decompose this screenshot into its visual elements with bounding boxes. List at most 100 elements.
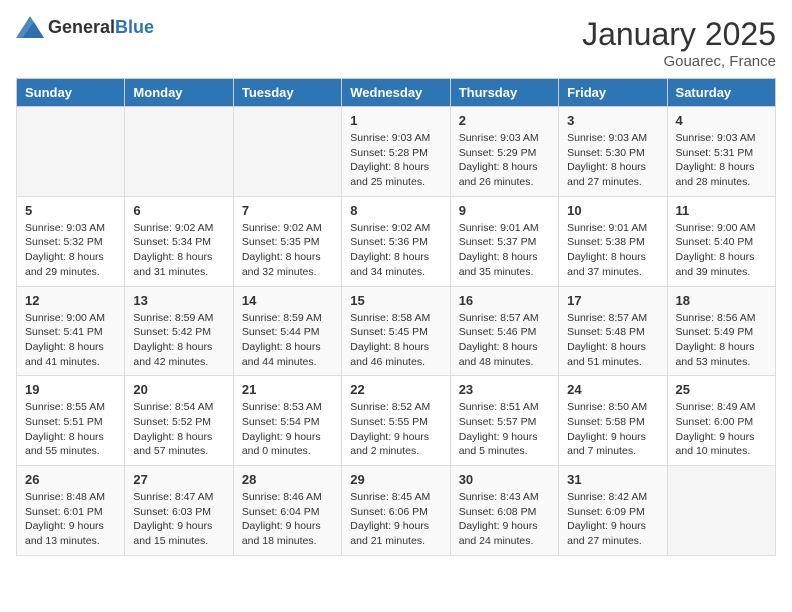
day-info: Sunrise: 8:54 AMSunset: 5:52 PMDaylight:… (133, 400, 224, 459)
calendar-cell: 2Sunrise: 9:03 AMSunset: 5:29 PMDaylight… (450, 107, 558, 197)
logo-icon (16, 16, 44, 38)
day-info: Sunrise: 8:57 AMSunset: 5:46 PMDaylight:… (459, 311, 550, 370)
week-row-3: 12 Sunrise: 9:00 AMSunset: 5:41 PMDayligh… (17, 286, 776, 376)
day-info: Sunrise: 8:56 AMSunset: 5:49 PMDaylight:… (676, 311, 767, 370)
day-number: 15 (350, 293, 441, 308)
calendar-cell: 18Sunrise: 8:56 AMSunset: 5:49 PMDayligh… (667, 286, 775, 376)
header-day-thursday: Thursday (450, 79, 558, 107)
calendar-cell: 7 Sunrise: 9:02 AMSunset: 5:35 PMDaylight… (233, 196, 341, 286)
day-info: Sunrise: 8:47 AMSunset: 6:03 PMDaylight:… (133, 490, 224, 549)
day-number: 3 (567, 113, 658, 128)
day-info: Sunrise: 9:00 AMSunset: 5:40 PMDaylight:… (676, 221, 767, 280)
day-info: Sunrise: 9:00 AMSunset: 5:41 PMDaylight:… (25, 311, 116, 370)
day-number: 21 (242, 382, 333, 397)
day-info: Sunrise: 8:48 AMSunset: 6:01 PMDaylight:… (25, 490, 116, 549)
calendar-cell: 28 Sunrise: 8:46 AMSunset: 6:04 PMDayligh… (233, 466, 341, 556)
calendar-cell: 11 Sunrise: 9:00 AMSunset: 5:40 PMDayligh… (667, 196, 775, 286)
day-info: Sunrise: 9:02 AMSunset: 5:34 PMDaylight:… (133, 221, 224, 280)
day-number: 12 (25, 293, 116, 308)
day-info: Sunrise: 8:46 AMSunset: 6:04 PMDaylight:… (242, 490, 333, 549)
calendar-cell: 9 Sunrise: 9:01 AMSunset: 5:37 PMDaylight… (450, 196, 558, 286)
day-info: Sunrise: 9:02 AMSunset: 5:35 PMDaylight:… (242, 221, 333, 280)
day-number: 22 (350, 382, 441, 397)
day-info: Sunrise: 8:51 AMSunset: 5:57 PMDaylight:… (459, 400, 550, 459)
calendar-cell: 3 Sunrise: 9:03 AMSunset: 5:30 PMDaylight… (559, 107, 667, 197)
calendar-cell: 21 Sunrise: 8:53 AMSunset: 5:54 PMDayligh… (233, 376, 341, 466)
logo-blue: Blue (115, 17, 154, 37)
day-info: Sunrise: 8:43 AMSunset: 6:08 PMDaylight:… (459, 490, 550, 549)
day-info: Sunrise: 8:45 AMSunset: 6:06 PMDaylight:… (350, 490, 441, 549)
calendar-cell: 13 Sunrise: 8:59 AMSunset: 5:42 PMDayligh… (125, 286, 233, 376)
week-row-1: 1 Sunrise: 9:03 AMSunset: 5:28 PMDaylight… (17, 107, 776, 197)
day-info: Sunrise: 9:01 AMSunset: 5:37 PMDaylight:… (459, 221, 550, 280)
header-day-friday: Friday (559, 79, 667, 107)
calendar-cell: 5 Sunrise: 9:03 AMSunset: 5:32 PMDaylight… (17, 196, 125, 286)
week-row-4: 19Sunrise: 8:55 AMSunset: 5:51 PMDayligh… (17, 376, 776, 466)
day-info: Sunrise: 9:03 AMSunset: 5:29 PMDaylight:… (459, 131, 550, 190)
day-info: Sunrise: 8:52 AMSunset: 5:55 PMDaylight:… (350, 400, 441, 459)
day-number: 17 (567, 293, 658, 308)
day-number: 20 (133, 382, 224, 397)
day-number: 31 (567, 472, 658, 487)
day-number: 8 (350, 203, 441, 218)
day-number: 11 (676, 203, 767, 218)
day-number: 14 (242, 293, 333, 308)
day-number: 24 (567, 382, 658, 397)
calendar-cell: 31Sunrise: 8:42 AMSunset: 6:09 PMDayligh… (559, 466, 667, 556)
day-number: 1 (350, 113, 441, 128)
calendar-cell: 16Sunrise: 8:57 AMSunset: 5:46 PMDayligh… (450, 286, 558, 376)
header-day-wednesday: Wednesday (342, 79, 450, 107)
day-number: 5 (25, 203, 116, 218)
calendar-table: SundayMondayTuesdayWednesdayThursdayFrid… (16, 78, 776, 556)
day-number: 25 (676, 382, 767, 397)
calendar-cell (17, 107, 125, 197)
logo-text: GeneralBlue (48, 17, 154, 38)
page-header: GeneralBlue January 2025 Gouarec, France (16, 16, 776, 70)
day-info: Sunrise: 9:03 AMSunset: 5:28 PMDaylight:… (350, 131, 441, 190)
day-info: Sunrise: 8:58 AMSunset: 5:45 PMDaylight:… (350, 311, 441, 370)
logo: GeneralBlue (16, 16, 154, 38)
calendar-cell: 1 Sunrise: 9:03 AMSunset: 5:28 PMDaylight… (342, 107, 450, 197)
week-row-2: 5 Sunrise: 9:03 AMSunset: 5:32 PMDaylight… (17, 196, 776, 286)
day-number: 7 (242, 203, 333, 218)
calendar-cell: 30 Sunrise: 8:43 AMSunset: 6:08 PMDayligh… (450, 466, 558, 556)
day-number: 4 (676, 113, 767, 128)
location: Gouarec, France (582, 53, 776, 70)
day-info: Sunrise: 8:50 AMSunset: 5:58 PMDaylight:… (567, 400, 658, 459)
day-number: 10 (567, 203, 658, 218)
calendar-body: 1 Sunrise: 9:03 AMSunset: 5:28 PMDaylight… (17, 107, 776, 556)
calendar-cell: 20 Sunrise: 8:54 AMSunset: 5:52 PMDayligh… (125, 376, 233, 466)
day-info: Sunrise: 8:53 AMSunset: 5:54 PMDaylight:… (242, 400, 333, 459)
day-number: 27 (133, 472, 224, 487)
calendar-cell: 27 Sunrise: 8:47 AMSunset: 6:03 PMDayligh… (125, 466, 233, 556)
day-info: Sunrise: 9:03 AMSunset: 5:31 PMDaylight:… (676, 131, 767, 190)
calendar-cell: 26 Sunrise: 8:48 AMSunset: 6:01 PMDayligh… (17, 466, 125, 556)
day-number: 26 (25, 472, 116, 487)
day-info: Sunrise: 9:03 AMSunset: 5:32 PMDaylight:… (25, 221, 116, 280)
day-info: Sunrise: 9:02 AMSunset: 5:36 PMDaylight:… (350, 221, 441, 280)
calendar-cell (125, 107, 233, 197)
day-number: 28 (242, 472, 333, 487)
week-row-5: 26 Sunrise: 8:48 AMSunset: 6:01 PMDayligh… (17, 466, 776, 556)
day-number: 30 (459, 472, 550, 487)
day-number: 9 (459, 203, 550, 218)
day-info: Sunrise: 9:03 AMSunset: 5:30 PMDaylight:… (567, 131, 658, 190)
calendar-cell: 29 Sunrise: 8:45 AMSunset: 6:06 PMDayligh… (342, 466, 450, 556)
calendar-cell (233, 107, 341, 197)
day-number: 6 (133, 203, 224, 218)
day-info: Sunrise: 9:01 AMSunset: 5:38 PMDaylight:… (567, 221, 658, 280)
calendar-cell: 4 Sunrise: 9:03 AMSunset: 5:31 PMDaylight… (667, 107, 775, 197)
day-number: 19 (25, 382, 116, 397)
calendar-header: SundayMondayTuesdayWednesdayThursdayFrid… (17, 79, 776, 107)
header-day-saturday: Saturday (667, 79, 775, 107)
calendar-cell: 14Sunrise: 8:59 AMSunset: 5:44 PMDayligh… (233, 286, 341, 376)
header-row: SundayMondayTuesdayWednesdayThursdayFrid… (17, 79, 776, 107)
day-number: 13 (133, 293, 224, 308)
logo-general: General (48, 17, 115, 37)
calendar-cell: 15 Sunrise: 8:58 AMSunset: 5:45 PMDayligh… (342, 286, 450, 376)
day-info: Sunrise: 8:59 AMSunset: 5:42 PMDaylight:… (133, 311, 224, 370)
calendar-cell: 8 Sunrise: 9:02 AMSunset: 5:36 PMDaylight… (342, 196, 450, 286)
day-info: Sunrise: 8:49 AMSunset: 6:00 PMDaylight:… (676, 400, 767, 459)
day-number: 29 (350, 472, 441, 487)
calendar-cell (667, 466, 775, 556)
